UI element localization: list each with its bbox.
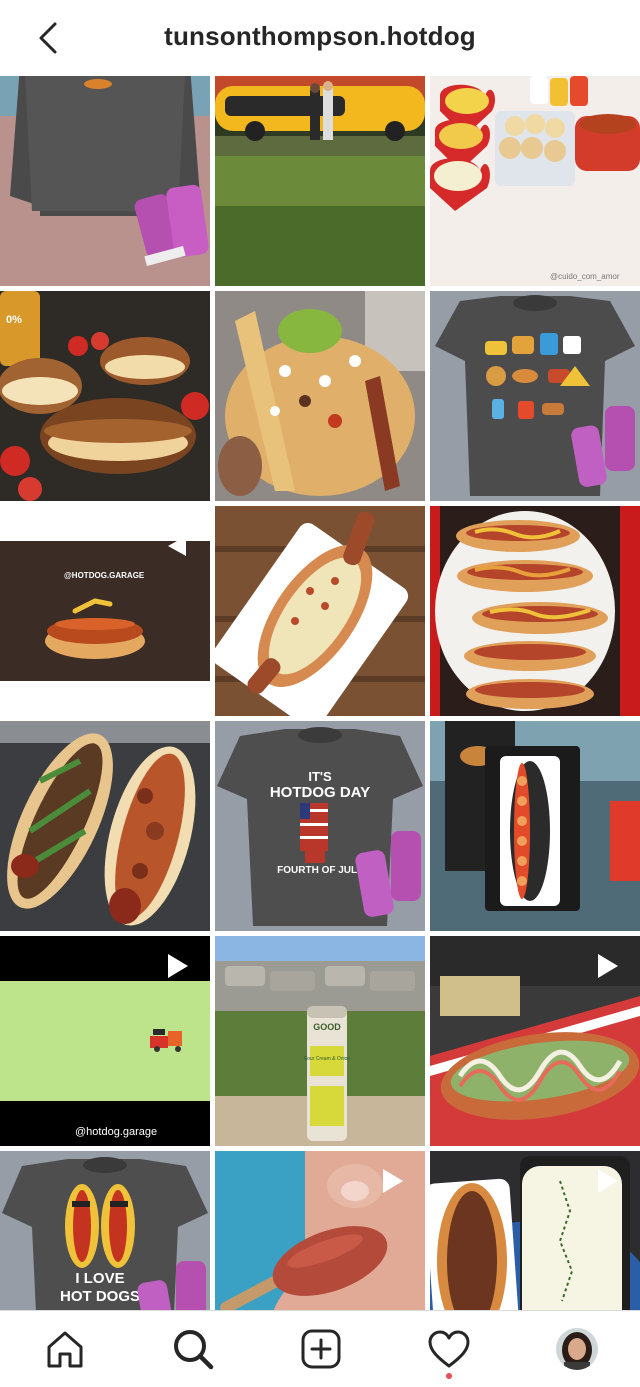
grid-tile-two-loaded-hotdogs[interactable] <box>0 721 210 931</box>
grid-tile-pixel-hotdog-cart-video[interactable]: @hotdog.garage <box>0 936 210 1146</box>
grid-tile-i-love-hot-dogs-shirt[interactable]: I LOVE HOT DOGS <box>0 1151 210 1310</box>
grid-tile-sauced-hotdog-video[interactable] <box>430 936 640 1146</box>
bottom-tab-bar <box>0 1310 640 1387</box>
tab-search[interactable] <box>169 1325 217 1373</box>
svg-text:IT'S: IT'S <box>308 769 332 784</box>
grid-tile-boxed-hotdog[interactable] <box>430 721 640 931</box>
grid-tile-hotdog-garage-video[interactable]: @HOTDOG.GARAGE <box>0 506 210 716</box>
grid-tile-mac-cheese-hotdog[interactable] <box>215 506 425 716</box>
tab-home[interactable] <box>41 1325 89 1373</box>
grid-tile-cheese-hotdogs-video[interactable] <box>430 1151 640 1310</box>
profile-username-title: tunsonthompson.hotdog <box>164 21 476 51</box>
top-bar: tunsonthompson.hotdog <box>0 0 640 76</box>
tab-activity[interactable] <box>425 1325 473 1373</box>
grid-tile-sausage-in-hand-video[interactable] <box>215 1151 425 1310</box>
grid-tile-five-hotdogs[interactable] <box>430 506 640 716</box>
grid-tile-cheesesteak-sandwiches[interactable]: 0% <box>0 291 210 501</box>
svg-text:Sour Cream & Onion: Sour Cream & Onion <box>304 1056 351 1062</box>
explore-grid: @cuido_com_amor 0% @HOTDOG.GARAGE IT'S H… <box>0 76 640 1310</box>
tab-new-post[interactable] <box>297 1325 345 1373</box>
svg-text:HOT DOGS: HOT DOGS <box>60 1288 140 1305</box>
grid-tile-snack-icons-shirt[interactable] <box>430 291 640 501</box>
tile-caption: @cuido_com_amor <box>550 272 620 281</box>
grid-tile-loaded-hotdog-fries[interactable] <box>215 291 425 501</box>
svg-text:@hotdog.garage: @hotdog.garage <box>75 1126 157 1138</box>
profile-avatar-image <box>556 1328 598 1370</box>
grid-tile-buffet-rolls[interactable]: @cuido_com_amor <box>430 76 640 286</box>
svg-text:@HOTDOG.GARAGE: @HOTDOG.GARAGE <box>64 571 145 580</box>
avatar[interactable] <box>556 1328 598 1370</box>
plus-square-icon <box>301 1329 341 1369</box>
grid-tile-shirt-hotdog-logo[interactable] <box>0 76 210 286</box>
grid-tile-chips-can[interactable]: GOOD Sour Cream & Onion <box>215 936 425 1146</box>
svg-text:I LOVE: I LOVE <box>75 1270 124 1287</box>
heart-icon <box>428 1330 470 1368</box>
notification-dot <box>446 1373 452 1379</box>
grid-tile-wienermobile[interactable] <box>215 76 425 286</box>
svg-text:GOOD: GOOD <box>313 1022 341 1032</box>
svg-text:0%: 0% <box>6 314 22 326</box>
svg-text:HOTDOG DAY: HOTDOG DAY <box>270 784 370 801</box>
grid-tile-hotdog-day-shirt[interactable]: IT'S HOTDOG DAY FOURTH OF JULY <box>215 721 425 931</box>
svg-text:FOURTH OF JULY: FOURTH OF JULY <box>277 865 363 876</box>
search-icon <box>174 1330 214 1370</box>
home-icon <box>47 1331 83 1368</box>
